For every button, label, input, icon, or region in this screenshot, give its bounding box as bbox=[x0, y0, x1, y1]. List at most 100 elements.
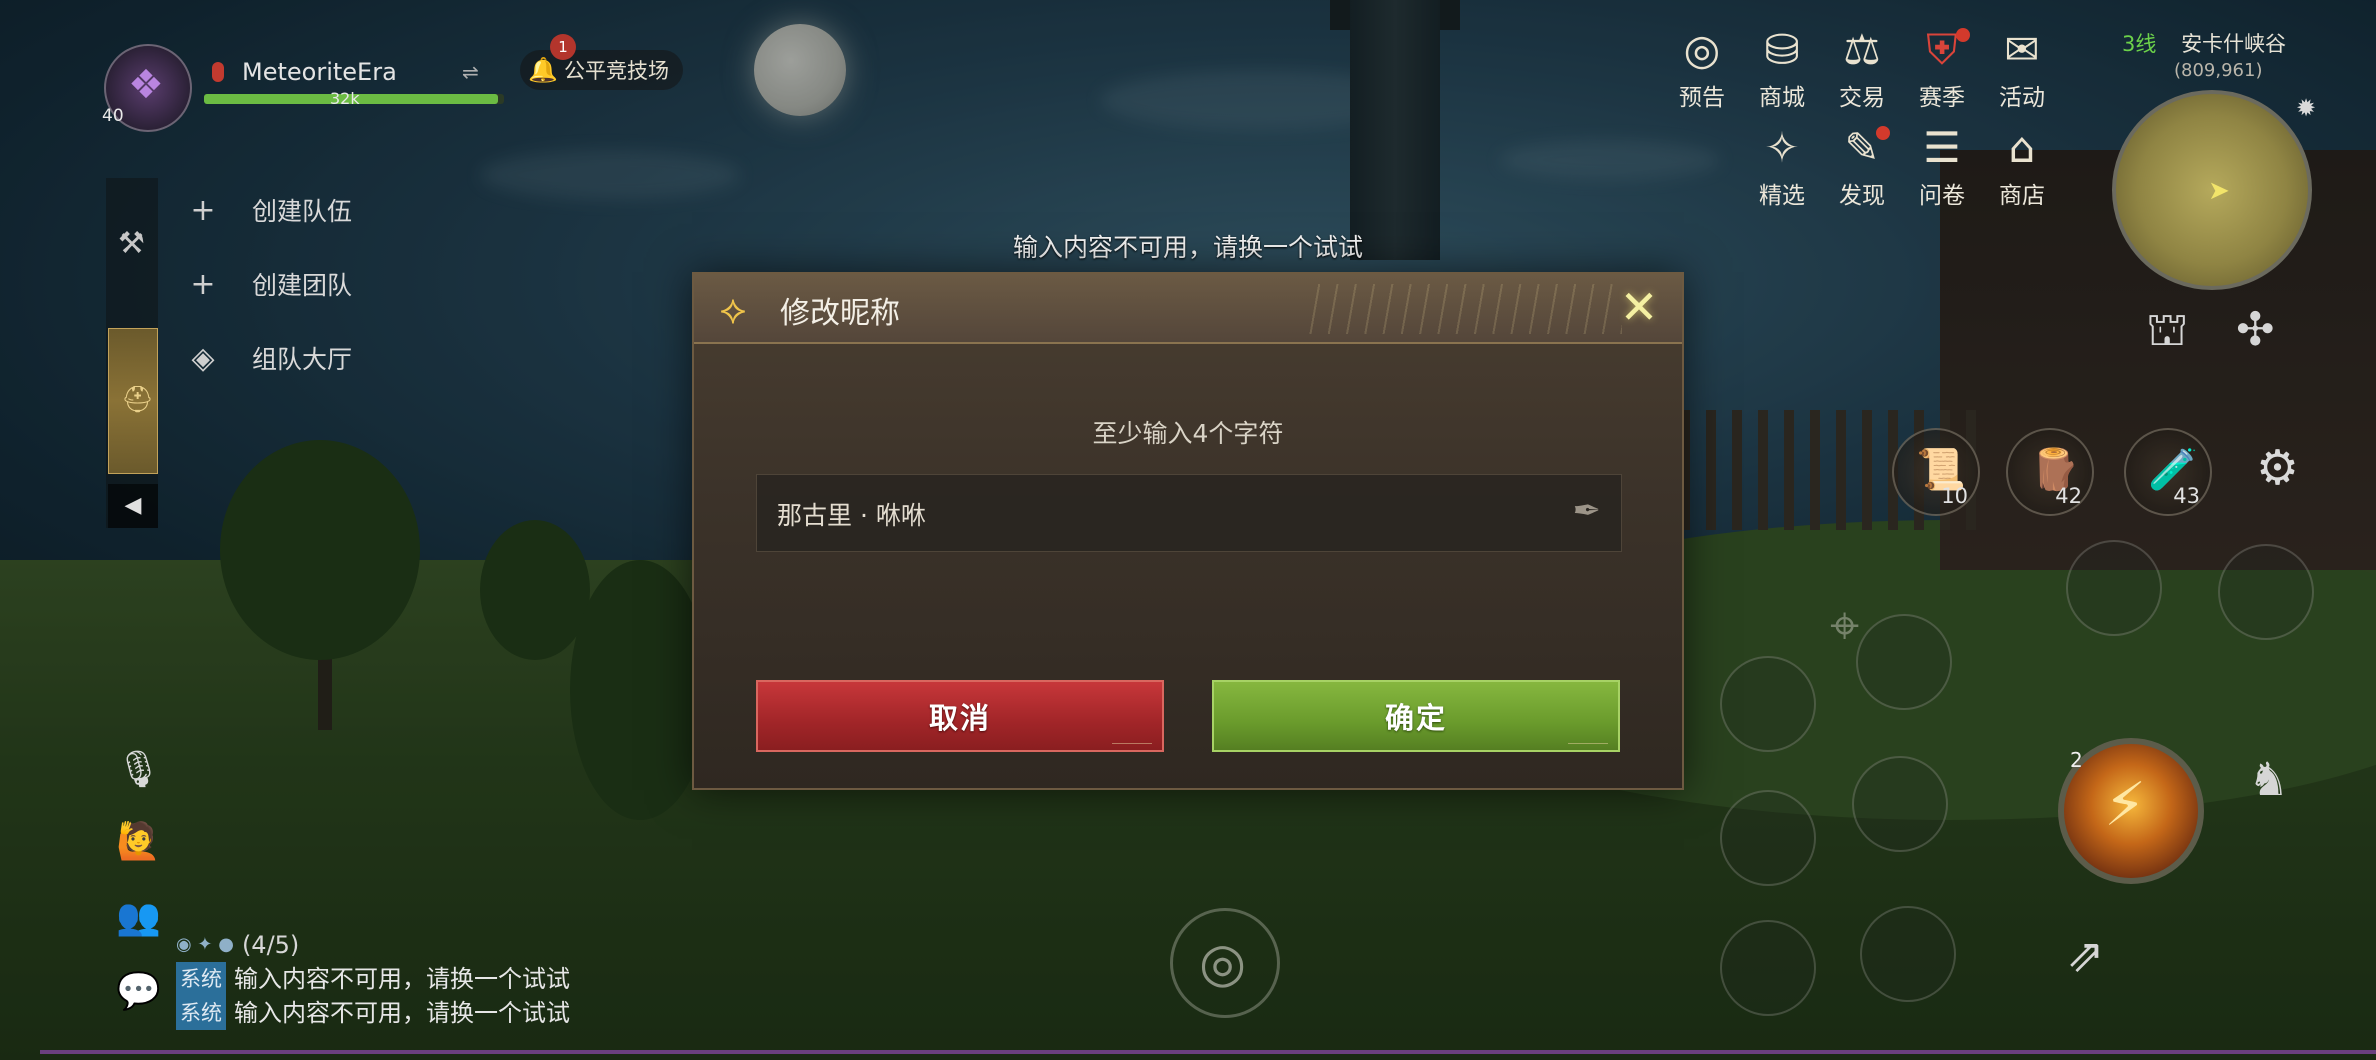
trade-icon: ⚖ bbox=[1843, 25, 1881, 74]
diamond-icon: ◈ bbox=[191, 340, 215, 376]
system-tag: 系统 bbox=[176, 962, 226, 996]
nickname-input[interactable] bbox=[777, 475, 1537, 553]
camera-joystick[interactable]: ◎ bbox=[1170, 908, 1280, 1018]
chat-panel[interactable]: ◉ ✦ ● (4/5) 系统 输入内容不可用，请换一个试试 系统 输入内容不可用… bbox=[176, 928, 570, 1030]
chat-message-text: 输入内容不可用，请换一个试试 bbox=[234, 999, 570, 1027]
mall-button[interactable]: ⛁ 商城 bbox=[1744, 26, 1820, 112]
helmet-icon: ⛑ bbox=[121, 385, 155, 415]
season-label: 赛季 bbox=[1919, 85, 1965, 111]
item-slot[interactable]: 🪵 42 bbox=[2006, 428, 2094, 516]
bell-icon: 🔔 bbox=[528, 56, 558, 84]
shop-button[interactable]: ⌂ 商店 bbox=[1984, 124, 2060, 210]
create-party-button[interactable]: + 创建队伍 bbox=[188, 192, 352, 228]
emblem-icon: ⟡ bbox=[719, 287, 747, 333]
item-count: 43 bbox=[2173, 484, 2200, 508]
discover-button[interactable]: ✎ 发现 bbox=[1824, 124, 1900, 210]
camera-icon: ◎ bbox=[1199, 931, 1247, 994]
rename-dialog: ⟡ 修改昵称 ✕ 至少输入4个字符 ✒ 取消 确定 bbox=[692, 272, 1684, 790]
item-slot[interactable]: 🧪 43 bbox=[2124, 428, 2212, 516]
party-status-row: ◉ ✦ ● (4/5) bbox=[176, 928, 570, 962]
item-count: 10 bbox=[1941, 484, 1968, 508]
coordinates: (809,961) bbox=[2174, 60, 2263, 81]
map-compass-icon[interactable]: ✹ bbox=[2296, 94, 2316, 122]
switch-icon[interactable]: ⇌ bbox=[462, 60, 479, 84]
fair-arena-button[interactable]: 🔔 1 公平竞技场 bbox=[520, 34, 683, 90]
chat-bubble-icon[interactable]: 💬 bbox=[116, 970, 161, 1012]
featured-button[interactable]: ✧ 精选 bbox=[1744, 124, 1820, 210]
shop-label: 商店 bbox=[1999, 183, 2045, 209]
line-number: 3线 bbox=[2122, 32, 2157, 56]
event-icon: ✉ bbox=[2004, 25, 2040, 74]
voice-mic-icon[interactable] bbox=[212, 62, 224, 82]
preview-button[interactable]: ◎ 预告 bbox=[1664, 26, 1740, 112]
team-lobby-button[interactable]: ◈ 组队大厅 bbox=[188, 340, 352, 376]
bottom-edge-bar bbox=[40, 1050, 2376, 1054]
compass-icon[interactable]: ✣ bbox=[2236, 302, 2275, 356]
dodge-icon[interactable]: ⇗ bbox=[2066, 928, 2105, 982]
hp-value: 32k bbox=[330, 89, 360, 108]
trade-button[interactable]: ⚖ 交易 bbox=[1824, 26, 1900, 112]
skill-slot-empty[interactable] bbox=[1720, 656, 1816, 752]
slash-icon: ⚡ bbox=[2104, 770, 2147, 840]
emote-icon[interactable]: 🙋 bbox=[116, 820, 161, 862]
notification-badge: 1 bbox=[550, 34, 576, 60]
collapse-arrow-icon[interactable]: ◀ bbox=[108, 484, 158, 528]
header-ornament bbox=[1302, 284, 1622, 334]
featured-label: 精选 bbox=[1759, 183, 1805, 209]
party-role-icons: ◉ ✦ ● bbox=[176, 934, 234, 955]
item-slot[interactable]: 📜 10 bbox=[1892, 428, 1980, 516]
featured-icon: ✧ bbox=[1764, 123, 1800, 172]
season-button[interactable]: ⛨ 赛季 bbox=[1904, 26, 1980, 112]
shop-icon: ⌂ bbox=[2008, 123, 2036, 172]
survey-label: 问卷 bbox=[1919, 183, 1965, 209]
cancel-button[interactable]: 取消 bbox=[756, 680, 1164, 752]
gear-icon[interactable]: ⚙ bbox=[2256, 440, 2299, 496]
mall-label: 商城 bbox=[1759, 85, 1805, 111]
quill-pen-icon[interactable]: ✒ bbox=[1573, 491, 1602, 531]
skill-slot-empty[interactable] bbox=[2066, 540, 2162, 636]
system-tag: 系统 bbox=[176, 996, 226, 1030]
microphone-icon[interactable]: 🎙 bbox=[116, 748, 162, 790]
confirm-button[interactable]: 确定 bbox=[1212, 680, 1620, 752]
skill-charges: 2 bbox=[2070, 748, 2083, 772]
close-icon[interactable]: ✕ bbox=[1614, 282, 1664, 332]
target-lock-icon[interactable]: ⌖ bbox=[1830, 596, 1859, 657]
survey-button[interactable]: ☰ 问卷 bbox=[1904, 124, 1980, 210]
mall-icon: ⛁ bbox=[1764, 25, 1800, 74]
server-line[interactable]: 3线 安卡什峡谷 bbox=[2122, 28, 2286, 58]
team-tab-active[interactable]: ⛑ bbox=[108, 328, 158, 474]
event-button[interactable]: ✉ 活动 bbox=[1984, 26, 2060, 112]
party-count: (4/5) bbox=[241, 931, 300, 959]
event-label: 活动 bbox=[1999, 85, 2045, 111]
preview-label: 预告 bbox=[1679, 85, 1725, 111]
skill-slot-empty[interactable] bbox=[1856, 614, 1952, 710]
create-raid-button[interactable]: + 创建团队 bbox=[188, 266, 352, 302]
skill-slot-empty[interactable] bbox=[2218, 544, 2314, 640]
survey-icon: ☰ bbox=[1923, 123, 1961, 172]
create-raid-label: 创建团队 bbox=[252, 271, 353, 300]
item-count: 42 bbox=[2055, 484, 2082, 508]
guild-icon[interactable]: ⛫ bbox=[2146, 302, 2188, 362]
player-name: MeteoriteEra bbox=[242, 58, 397, 86]
discover-label: 发现 bbox=[1839, 183, 1885, 209]
skill-slot-empty[interactable] bbox=[1720, 920, 1816, 1016]
arena-label: 公平竞技场 bbox=[564, 59, 669, 83]
chat-message: 系统 输入内容不可用，请换一个试试 bbox=[176, 962, 570, 996]
team-lobby-label: 组队大厅 bbox=[252, 345, 353, 374]
error-toast: 输入内容不可用，请换一个试试 bbox=[1012, 233, 1363, 262]
player-level: 40 bbox=[102, 106, 124, 126]
confirm-label: 确定 bbox=[1384, 701, 1447, 735]
skill-slot-empty[interactable] bbox=[1860, 906, 1956, 1002]
plus-icon: + bbox=[190, 266, 216, 302]
red-dot-badge bbox=[1956, 28, 1970, 42]
skill-slot-empty[interactable] bbox=[1720, 790, 1816, 886]
trade-label: 交易 bbox=[1839, 85, 1885, 111]
player-arrow-icon: ➤ bbox=[2208, 176, 2230, 206]
chat-message: 系统 输入内容不可用，请换一个试试 bbox=[176, 996, 570, 1030]
red-dot-badge bbox=[1876, 126, 1890, 140]
skill-slot-empty[interactable] bbox=[1852, 756, 1948, 852]
button-ornament bbox=[1568, 724, 1608, 744]
nickname-field[interactable]: ✒ bbox=[756, 474, 1622, 553]
friends-icon[interactable]: 👥 bbox=[116, 896, 161, 938]
mount-icon[interactable]: ♞ bbox=[2248, 752, 2289, 806]
